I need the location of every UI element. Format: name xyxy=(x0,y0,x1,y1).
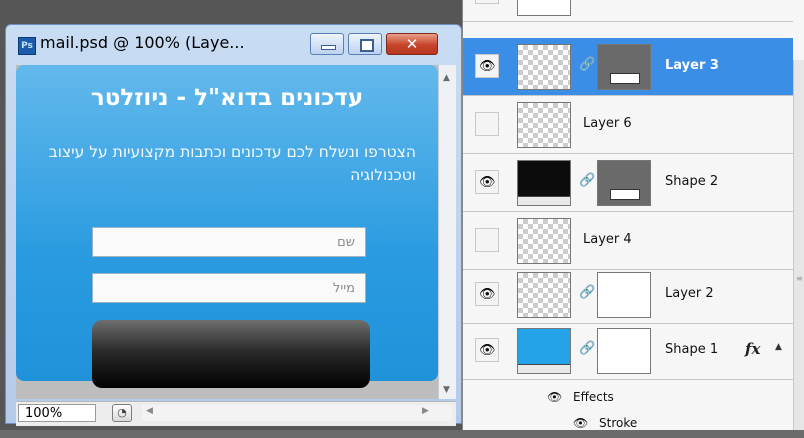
eye-icon[interactable]: 👁 xyxy=(547,390,562,404)
document-frame: Ps mail.psd @ 100% (Laye... ✕ עדכונים בד… xyxy=(5,24,462,426)
layer-mask-thumbnail[interactable] xyxy=(597,160,651,206)
fx-icon[interactable]: fx xyxy=(745,340,760,358)
layer-thumbnail xyxy=(517,272,571,318)
layer-mask-thumbnail[interactable] xyxy=(597,44,651,90)
eye-icon: 👁 xyxy=(479,175,496,190)
scroll-up-arrow-icon[interactable]: ▲ xyxy=(443,73,450,83)
newsletter-description: הצטרפו ונשלח לכם עדכונים וכתבות מקצועיות… xyxy=(48,143,416,184)
layer-row-layer-2[interactable]: 👁 🔗 Layer 2 xyxy=(463,266,793,324)
layers-scrollbar[interactable]: ≡ xyxy=(793,60,804,430)
layer-name: Layer 4 xyxy=(583,232,632,247)
visibility-toggle[interactable] xyxy=(475,228,499,252)
layer-name: Layer 3 xyxy=(665,58,719,73)
status-bar: 100% ◔ ◀ ▶ xyxy=(16,401,456,426)
close-button[interactable]: ✕ xyxy=(386,33,438,55)
layer-name: Layer 6 xyxy=(583,116,632,131)
vertical-scrollbar[interactable]: ▲ ▼ xyxy=(438,65,456,399)
window-title: mail.psd @ 100% (Laye... xyxy=(40,33,245,52)
subscribe-button[interactable] xyxy=(92,320,370,388)
horizontal-scrollbar[interactable]: ◀ ▶ xyxy=(142,405,452,421)
layer-thumbnail xyxy=(517,218,571,264)
layer-row-layer-4[interactable]: Layer 4 xyxy=(463,212,793,270)
minimize-button[interactable] xyxy=(310,33,344,55)
layers-panel: 👁 🔗 Layer 3 Layer 6 👁 🔗 Shape 2 Layer 4 … xyxy=(462,0,804,430)
layer-name: Shape 1 xyxy=(665,342,719,357)
visibility-toggle[interactable] xyxy=(475,112,499,136)
minimize-icon xyxy=(321,45,336,50)
scroll-grip-icon[interactable]: ≡ xyxy=(796,274,803,283)
name-field[interactable]: שם xyxy=(92,227,366,257)
eye-icon: 👁 xyxy=(479,343,496,358)
eye-icon: 👁 xyxy=(479,287,496,302)
visibility-toggle[interactable]: 👁 xyxy=(475,282,499,306)
effects-row[interactable]: 👁 Effects xyxy=(463,386,793,410)
eye-icon[interactable]: 👁 xyxy=(573,416,588,430)
zoom-level-field[interactable]: 100% xyxy=(18,404,96,422)
canvas[interactable]: עדכונים בדוא"ל - ניוזלטר הצטרפו ונשלח לכ… xyxy=(16,65,438,399)
layer-name: Layer 2 xyxy=(665,286,714,301)
maximize-icon xyxy=(360,39,374,52)
scroll-right-arrow-icon[interactable]: ▶ xyxy=(422,406,429,416)
layer-name: Shape 2 xyxy=(665,174,719,189)
newsletter-title: עדכונים בדוא"ל - ניוזלטר xyxy=(90,85,364,111)
close-icon: ✕ xyxy=(405,35,419,53)
photoshop-app-icon: Ps xyxy=(18,37,36,55)
document-info-icon[interactable]: ◔ xyxy=(112,404,132,422)
layer-row-partial[interactable] xyxy=(463,0,793,22)
stroke-effect-row[interactable]: 👁 Stroke xyxy=(463,414,793,438)
email-field[interactable]: מייל xyxy=(92,273,366,303)
layer-thumbnail xyxy=(517,44,571,90)
visibility-toggle[interactable]: 👁 xyxy=(475,54,499,78)
layer-thumbnail xyxy=(517,328,571,374)
layer-row-layer-3[interactable]: 👁 🔗 Layer 3 xyxy=(463,38,793,96)
document-window: Ps mail.psd @ 100% (Laye... ✕ עדכונים בד… xyxy=(0,0,462,430)
layer-mask-thumbnail[interactable] xyxy=(597,328,651,374)
layer-thumbnail xyxy=(517,0,571,16)
layer-row-shape-1[interactable]: 👁 🔗 Shape 1 fx ▲ xyxy=(463,322,793,380)
link-icon[interactable]: 🔗 xyxy=(579,173,595,188)
visibility-toggle[interactable]: 👁 xyxy=(475,170,499,194)
visibility-toggle[interactable] xyxy=(475,0,499,4)
layer-thumbnail xyxy=(517,102,571,148)
scroll-down-arrow-icon[interactable]: ▼ xyxy=(443,385,450,395)
visibility-toggle[interactable]: 👁 xyxy=(475,338,499,362)
scroll-left-arrow-icon[interactable]: ◀ xyxy=(146,406,153,416)
stroke-label: Stroke xyxy=(599,416,638,430)
link-icon[interactable]: 🔗 xyxy=(579,341,595,356)
expand-effects-arrow-icon[interactable]: ▲ xyxy=(775,342,782,352)
layer-row-shape-2[interactable]: 👁 🔗 Shape 2 xyxy=(463,154,793,212)
effects-label: Effects xyxy=(573,390,614,404)
layer-thumbnail xyxy=(517,160,571,206)
layer-row-layer-6[interactable]: Layer 6 xyxy=(463,96,793,154)
maximize-button[interactable] xyxy=(348,33,382,55)
eye-icon: 👁 xyxy=(479,59,496,74)
layer-mask-thumbnail[interactable] xyxy=(597,272,651,318)
newsletter-widget: עדכונים בדוא"ל - ניוזלטר הצטרפו ונשלח לכ… xyxy=(16,65,438,388)
link-icon[interactable]: 🔗 xyxy=(579,285,595,300)
title-bar[interactable]: Ps mail.psd @ 100% (Laye... ✕ xyxy=(6,25,461,63)
link-icon[interactable]: 🔗 xyxy=(579,57,595,72)
